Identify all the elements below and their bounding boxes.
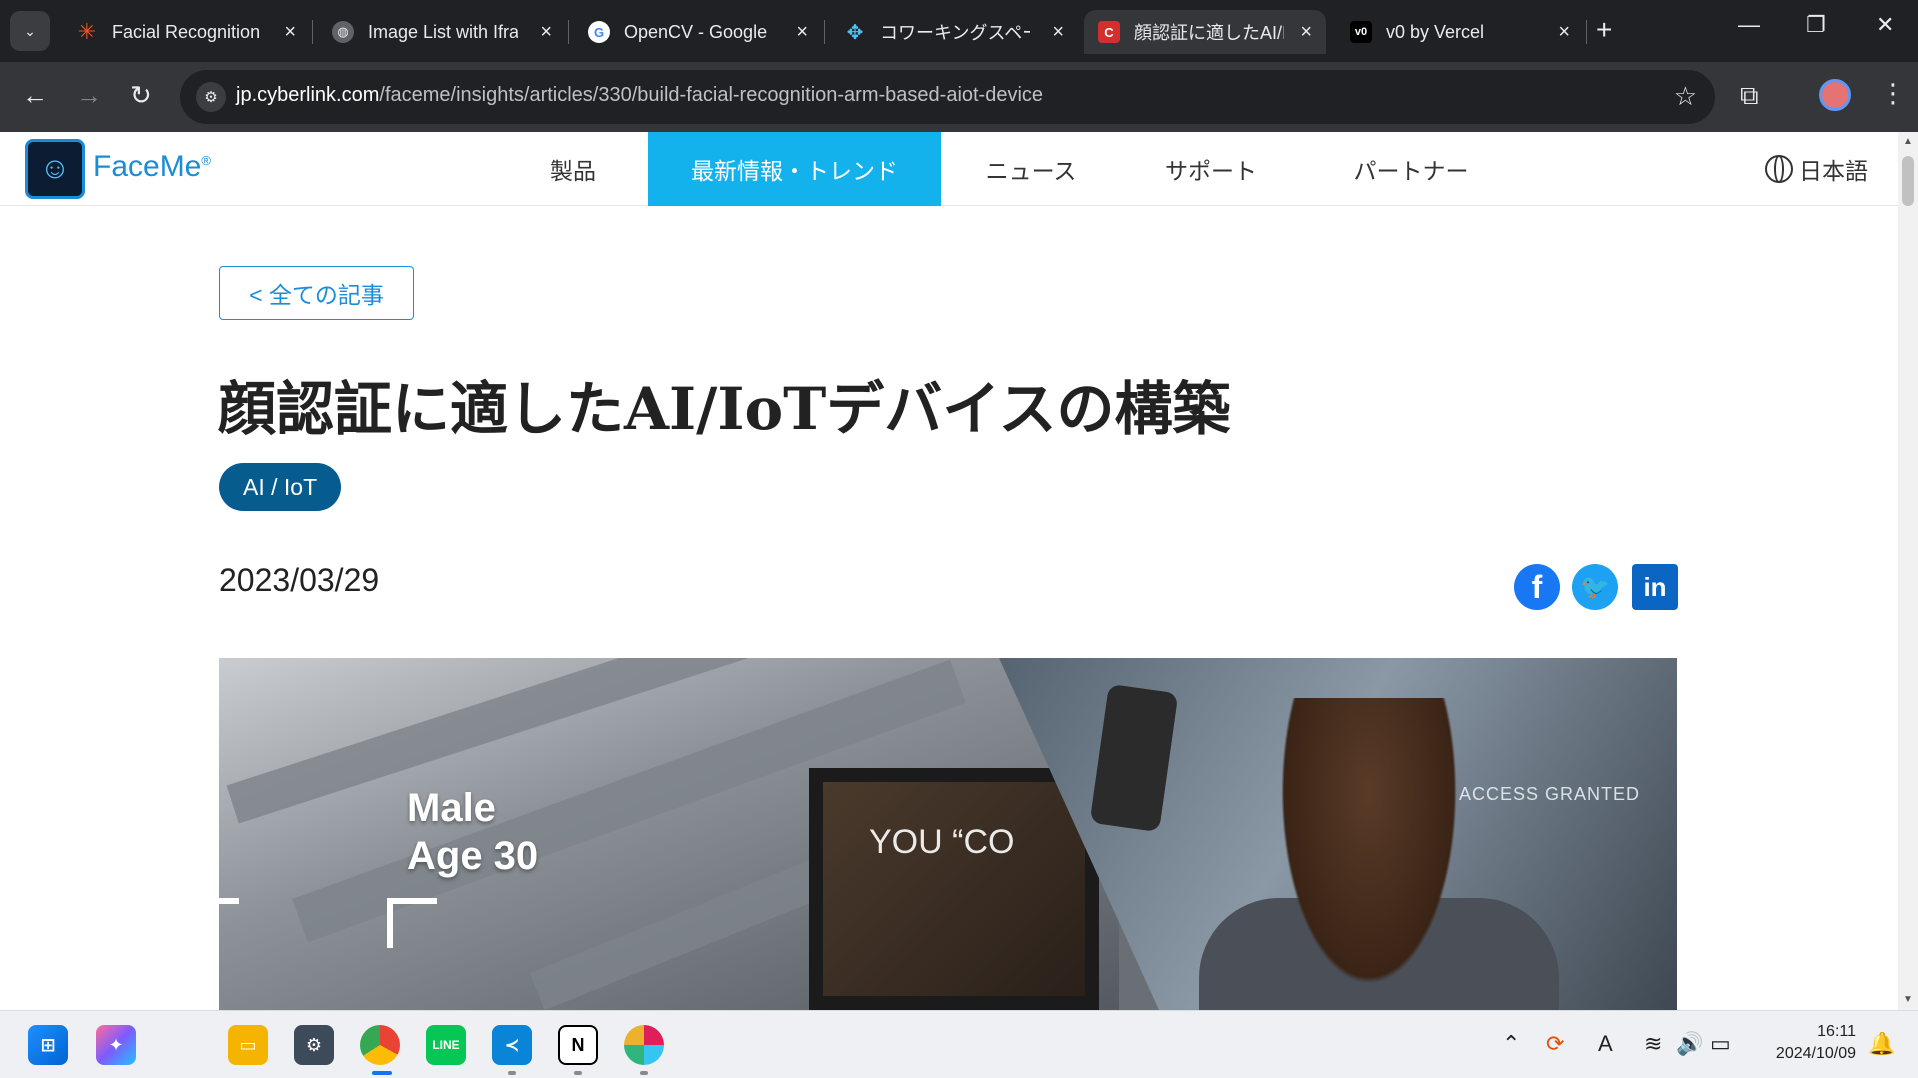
chrome-icon[interactable] bbox=[360, 1025, 400, 1065]
vscode-icon[interactable]: ≺ bbox=[492, 1025, 532, 1065]
hero-overlay-text: Male Age 30 bbox=[407, 786, 539, 878]
site-header: ☺ FaceMe® 製品 最新情報・トレンド ニュース サポート パートナー 日… bbox=[0, 132, 1898, 206]
hero-cafe-text: YOU “CO bbox=[869, 823, 1015, 861]
browser-tab[interactable]: ◍ Image List with Ifra × bbox=[318, 10, 566, 54]
tab-separator bbox=[824, 20, 825, 44]
page-scrollbar[interactable]: ▲ ▼ bbox=[1898, 132, 1918, 1010]
notion-icon[interactable]: N bbox=[558, 1025, 598, 1065]
volume-icon[interactable]: 🔊 bbox=[1676, 1031, 1703, 1057]
globe-icon bbox=[1765, 155, 1793, 183]
file-explorer-icon[interactable]: ▭ bbox=[228, 1025, 268, 1065]
running-app-indicator bbox=[640, 1071, 648, 1075]
nav-support[interactable]: サポート bbox=[1150, 132, 1272, 206]
extensions-icon[interactable]: ⧉ bbox=[1740, 80, 1759, 112]
globe-icon: ◍ bbox=[332, 21, 354, 43]
faceme-logo-icon[interactable]: ☺ bbox=[25, 139, 85, 199]
nav-partners[interactable]: パートナー bbox=[1336, 132, 1486, 206]
article-title: 顔認証に適したAI/IoTデバイスの構築 bbox=[218, 375, 1231, 443]
browser-tab[interactable]: ✥ コワーキングスペースの × bbox=[830, 10, 1078, 54]
tab-separator bbox=[312, 20, 313, 44]
scroll-thumb[interactable] bbox=[1902, 156, 1914, 206]
running-app-indicator bbox=[574, 1071, 582, 1075]
restore-icon[interactable]: ❐ bbox=[1806, 12, 1826, 38]
close-icon[interactable]: × bbox=[1558, 21, 1570, 44]
cyberlink-icon: C bbox=[1098, 21, 1120, 43]
bookmark-star-icon[interactable]: ☆ bbox=[1674, 81, 1697, 112]
v0-icon: v0 bbox=[1350, 21, 1372, 43]
hero-image: Male Age 30 YOU “CO ACCESS GRANTED bbox=[219, 658, 1677, 1010]
cafe-screen bbox=[809, 768, 1099, 1010]
minimize-icon[interactable]: — bbox=[1738, 12, 1760, 38]
chevron-down-icon: ⌄ bbox=[24, 22, 36, 39]
tab-separator bbox=[1586, 20, 1587, 44]
forward-arrow-icon[interactable]: → bbox=[76, 80, 102, 111]
windows-taskbar: ⊞ ✦ ▭ ⚙ LINE ≺ N ⌃ ⟳ A ≋ 🔊 ▭ 16:11 2024/… bbox=[0, 1010, 1918, 1078]
face-detect-bracket bbox=[219, 898, 239, 908]
puzzle-icon: ✥ bbox=[846, 21, 864, 44]
close-icon[interactable]: × bbox=[540, 21, 552, 44]
site-settings-icon[interactable]: ⚙ bbox=[196, 82, 226, 112]
nav-products[interactable]: 製品 bbox=[530, 132, 616, 206]
face-detect-bracket bbox=[387, 898, 437, 948]
window-close-icon[interactable]: ✕ bbox=[1876, 12, 1894, 38]
slack-icon[interactable] bbox=[624, 1025, 664, 1065]
close-icon[interactable]: × bbox=[1052, 21, 1064, 44]
article-date: 2023/03/29 bbox=[219, 562, 380, 598]
site-logo[interactable]: FaceMe® bbox=[93, 150, 211, 184]
windows-start-icon[interactable]: ⊞ bbox=[28, 1025, 68, 1065]
url-text[interactable]: jp.cyberlink.com/faceme/insights/article… bbox=[236, 84, 1043, 107]
wifi-icon[interactable]: ≋ bbox=[1644, 1031, 1662, 1057]
google-icon: G bbox=[588, 21, 610, 43]
address-bar[interactable]: ⚙ jp.cyberlink.com/faceme/insights/artic… bbox=[180, 70, 1715, 124]
tab-search-button[interactable]: ⌄ bbox=[10, 11, 50, 51]
browser-tab[interactable]: ✳ Facial Recognition × bbox=[62, 10, 310, 54]
new-tab-button[interactable]: + bbox=[1596, 14, 1612, 46]
facebook-share-icon[interactable]: f bbox=[1514, 564, 1560, 610]
web-page: ☺ FaceMe® 製品 最新情報・トレンド ニュース サポート パートナー 日… bbox=[0, 132, 1898, 1010]
reload-icon[interactable]: ↻ bbox=[130, 80, 152, 111]
browser-tab-strip: ⌄ ✳ Facial Recognition × ◍ Image List wi… bbox=[0, 0, 1918, 62]
browser-tab[interactable]: v0 v0 by Vercel × bbox=[1336, 10, 1584, 54]
running-app-indicator bbox=[508, 1071, 516, 1075]
browser-tab[interactable]: G OpenCV - Google × bbox=[574, 10, 822, 54]
close-icon[interactable]: × bbox=[1300, 21, 1312, 44]
profile-avatar[interactable] bbox=[1819, 79, 1851, 111]
twitter-share-icon[interactable]: 🐦 bbox=[1572, 564, 1618, 610]
line-app-icon[interactable]: LINE bbox=[426, 1025, 466, 1065]
system-clock[interactable]: 16:11 2024/10/09 bbox=[1762, 1021, 1856, 1065]
asterisk-icon: ✳ bbox=[77, 19, 97, 44]
nav-news[interactable]: ニュース bbox=[965, 132, 1097, 206]
copilot-icon[interactable]: ✦ bbox=[96, 1025, 136, 1065]
language-selector[interactable]: 日本語 bbox=[1765, 152, 1868, 186]
sync-icon[interactable]: ⟳ bbox=[1546, 1031, 1564, 1057]
back-arrow-icon[interactable]: ← bbox=[22, 80, 48, 111]
scroll-up-icon[interactable]: ▲ bbox=[1903, 136, 1913, 147]
battery-icon[interactable]: ▭ bbox=[1710, 1031, 1731, 1057]
close-icon[interactable]: × bbox=[284, 21, 296, 44]
browser-menu-icon[interactable]: ⋮ bbox=[1880, 78, 1906, 109]
notification-icon[interactable]: 🔔 bbox=[1868, 1031, 1895, 1057]
scroll-down-icon[interactable]: ▼ bbox=[1903, 994, 1913, 1005]
nav-insights[interactable]: 最新情報・トレンド bbox=[648, 132, 941, 206]
browser-toolbar: ← → ↻ ⚙ jp.cyberlink.com/faceme/insights… bbox=[0, 62, 1918, 132]
person-face bbox=[1269, 698, 1469, 1010]
active-app-indicator bbox=[372, 1071, 392, 1075]
chevron-up-icon[interactable]: ⌃ bbox=[1502, 1031, 1520, 1057]
browser-tab-active[interactable]: C 顔認証に適したAI/Io × bbox=[1084, 10, 1326, 54]
category-tag[interactable]: AI / IoT bbox=[219, 463, 342, 511]
tab-separator bbox=[568, 20, 569, 44]
ime-indicator[interactable]: A bbox=[1598, 1031, 1613, 1057]
linkedin-share-icon[interactable]: in bbox=[1632, 564, 1678, 610]
access-granted-text: ACCESS GRANTED bbox=[1459, 784, 1641, 804]
settings-gear-icon[interactable]: ⚙ bbox=[294, 1025, 334, 1065]
back-to-articles-button[interactable]: < 全ての記事 bbox=[219, 266, 414, 320]
close-icon[interactable]: × bbox=[796, 21, 808, 44]
